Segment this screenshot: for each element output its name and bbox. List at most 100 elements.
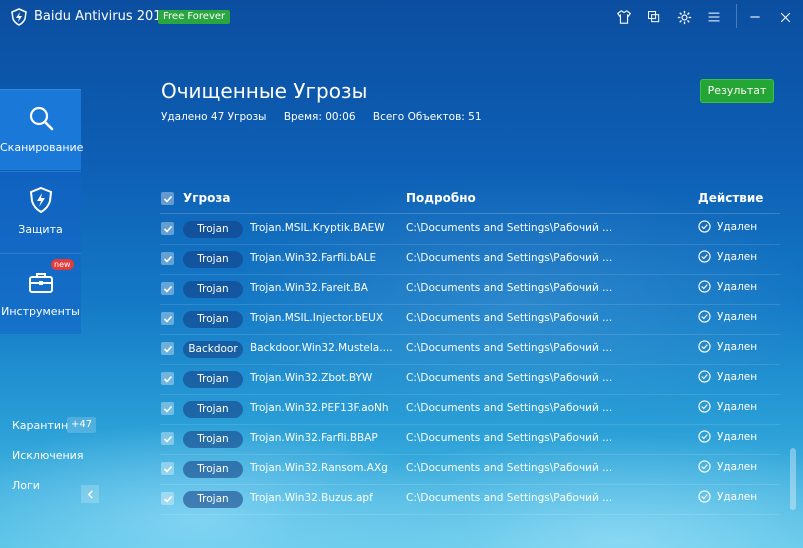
check-icon: [163, 345, 172, 353]
close-icon[interactable]: [776, 8, 794, 26]
check-circle-icon: [698, 310, 711, 323]
status-label: Удален: [717, 340, 758, 353]
row-checkbox[interactable]: [161, 432, 174, 445]
scan-time: Время: 00:06: [283, 111, 356, 123]
sidebar-item-scan[interactable]: Сканирование: [0, 89, 84, 170]
threat-type-badge: Trojan: [183, 401, 243, 418]
check-circle-icon: [698, 400, 711, 413]
table-row[interactable]: Trojan Trojan.Win32.Farfli.BBAP C:\Documen…: [160, 424, 780, 455]
row-checkbox[interactable]: [161, 402, 174, 415]
action-status: Удален: [698, 280, 757, 293]
check-circle-icon: [698, 370, 711, 383]
menu-icon[interactable]: [705, 8, 723, 26]
minimize-icon[interactable]: [746, 8, 764, 26]
check-icon: [163, 225, 172, 233]
gear-icon[interactable]: [675, 8, 693, 26]
threat-name: Trojan.Win32.Ransom.AXg: [250, 462, 388, 474]
table-row[interactable]: Trojan Trojan.Win32.Buzus.apf C:\Documents…: [160, 484, 780, 515]
status-label: Удален: [717, 490, 758, 503]
check-circle-icon: [698, 280, 711, 293]
check-circle-icon: [698, 250, 711, 263]
threat-path: C:\Documents and Settings\Рабочий ...: [406, 402, 613, 414]
logs-link[interactable]: Логи: [12, 479, 40, 492]
action-status: Удален: [698, 340, 757, 353]
action-status: Удален: [698, 400, 757, 413]
check-icon: [163, 315, 172, 323]
column-action: Действие: [698, 191, 764, 205]
table-row[interactable]: Trojan Trojan.Win32.Farfli.bALE C:\Documen…: [160, 244, 780, 275]
row-checkbox[interactable]: [161, 222, 174, 235]
exclusions-link[interactable]: Исключения: [12, 449, 83, 462]
action-status: Удален: [698, 430, 757, 443]
select-all-checkbox[interactable]: [161, 192, 174, 205]
table-row[interactable]: Trojan Trojan.Win32.Fareit.BA C:\Documents…: [160, 274, 780, 305]
chevron-left-icon: [87, 489, 93, 499]
check-icon: [163, 465, 172, 473]
sidebar-item-label: Защита: [18, 223, 63, 236]
table-row[interactable]: Trojan Trojan.Win32.Zbot.BYW C:\Documents …: [160, 364, 780, 395]
threat-name: Trojan.MSIL.Injector.bEUX: [250, 312, 384, 324]
column-details: Подробно: [406, 191, 476, 205]
row-checkbox[interactable]: [161, 282, 174, 295]
action-status: Удален: [698, 250, 757, 263]
collapse-sidebar-button[interactable]: [81, 485, 99, 503]
row-checkbox[interactable]: [161, 492, 174, 505]
action-status: Удален: [698, 310, 757, 323]
threat-type-badge: Trojan: [183, 281, 243, 298]
check-circle-icon: [698, 220, 711, 233]
threat-name: Trojan.Win32.Buzus.apf: [250, 492, 373, 504]
threat-path: C:\Documents and Settings\Рабочий ...: [406, 462, 613, 474]
threat-name: Trojan.Win32.PEF13F.aoNh: [250, 402, 389, 414]
check-circle-icon: [698, 490, 711, 503]
table-row[interactable]: Trojan Trojan.Win32.Ransom.AXg C:\Document…: [160, 454, 780, 485]
threat-type-badge: Trojan: [183, 491, 243, 508]
check-icon: [163, 375, 172, 383]
row-checkbox[interactable]: [161, 342, 174, 355]
row-checkbox[interactable]: [161, 462, 174, 475]
action-status: Удален: [698, 220, 757, 233]
threat-type-badge: Trojan: [183, 431, 243, 448]
column-threat: Угроза: [183, 191, 231, 205]
toolbox-icon: [27, 268, 55, 296]
sidebar-item-label: Сканирование: [0, 141, 84, 154]
scrollbar-thumb[interactable]: [790, 448, 796, 510]
threat-path: C:\Documents and Settings\Рабочий ...: [406, 282, 613, 294]
skin-shirt-icon[interactable]: [615, 8, 633, 26]
titlebar-divider: [736, 4, 737, 28]
check-icon: [163, 285, 172, 293]
threat-type-badge: Trojan: [183, 371, 243, 388]
free-forever-badge: Free Forever: [158, 10, 231, 24]
row-checkbox[interactable]: [161, 252, 174, 265]
table-row[interactable]: Backdoor Backdoor.Win32.Mustela.... C:\Doc…: [160, 334, 780, 365]
action-status: Удален: [698, 370, 757, 383]
threat-path: C:\Documents and Settings\Рабочий ...: [406, 492, 613, 504]
threat-name: Trojan.Win32.Fareit.BA: [250, 282, 368, 294]
table-header: Угроза Подробно Действие: [160, 185, 780, 214]
threat-type-badge: Trojan: [183, 251, 243, 268]
table-row[interactable]: Trojan Trojan.MSIL.Injector.bEUX C:\Docume…: [160, 304, 780, 335]
result-button[interactable]: Результат: [700, 79, 774, 103]
title-bar: Baidu Antivirus 2015 Free Forever: [0, 0, 803, 34]
status-label: Удален: [717, 220, 758, 233]
threat-path: C:\Documents and Settings\Рабочий ...: [406, 432, 613, 444]
total-objects: Всего Объектов: 51: [372, 111, 482, 123]
window-mode-icon[interactable]: [645, 8, 663, 26]
shield-icon: [27, 186, 55, 214]
quarantine-link[interactable]: Карантин: [12, 419, 68, 432]
row-checkbox[interactable]: [161, 312, 174, 325]
check-circle-icon: [698, 340, 711, 353]
status-label: Удален: [717, 460, 758, 473]
table-row[interactable]: Trojan Trojan.MSIL.Kryptik.BAEW C:\Documen…: [160, 214, 780, 245]
search-icon: [27, 104, 55, 132]
table-row[interactable]: Trojan Trojan.Win32.PEF13F.aoNh C:\Documen…: [160, 394, 780, 425]
threat-path: C:\Documents and Settings\Рабочий ...: [406, 312, 613, 324]
check-icon: [163, 435, 172, 443]
threat-path: C:\Documents and Settings\Рабочий ...: [406, 222, 613, 234]
threat-type-badge: Trojan: [183, 311, 243, 328]
sidebar-item-protection[interactable]: Защита: [0, 171, 81, 252]
row-checkbox[interactable]: [161, 372, 174, 385]
threat-type-badge: Trojan: [183, 221, 243, 238]
baidu-shield-logo-icon: [10, 8, 28, 26]
sidebar-item-tools[interactable]: new Инструменты: [0, 253, 81, 334]
threat-path: C:\Documents and Settings\Рабочий ...: [406, 372, 613, 384]
